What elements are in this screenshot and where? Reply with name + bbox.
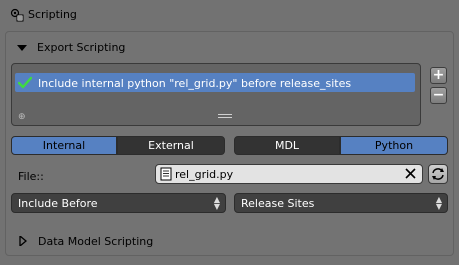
resize-grip-icon[interactable] [218,114,232,120]
list-expand-icon[interactable]: ⊕ [18,112,26,122]
minus-icon: − [432,87,445,103]
updown-arrows-icon: ▲ ▼ [435,195,442,211]
tab-mdl[interactable]: MDL [234,136,340,155]
include-target-dropdown[interactable]: Release Sites ▲ ▼ [234,193,448,213]
scripting-icon [10,8,24,22]
list-item-label: Include internal python "rel_grid.py" be… [38,77,352,90]
text-file-icon [160,167,172,181]
add-button[interactable]: + [430,67,447,84]
triangle-right-icon[interactable] [19,236,27,246]
scripting-header: Scripting [0,0,459,30]
reload-icon [432,168,444,180]
reload-button[interactable] [428,164,448,184]
include-where-dropdown[interactable]: Include Before ▲ ▼ [11,193,226,213]
tab-python[interactable]: Python [340,136,448,155]
data-model-scripting-title[interactable]: Data Model Scripting [38,235,153,248]
include-where-value: Include Before [18,197,98,210]
plus-icon: + [432,67,445,83]
file-label: File:: [18,170,44,183]
checkmark-icon[interactable] [18,76,32,90]
tab-external[interactable]: External [117,136,225,155]
close-icon[interactable] [405,168,416,179]
tab-internal[interactable]: Internal [11,136,117,155]
file-value: rel_grid.py [175,168,234,181]
include-target-value: Release Sites [241,197,315,210]
triangle-down-icon[interactable] [17,43,27,53]
export-scripting-title[interactable]: Export Scripting [37,41,125,54]
remove-button[interactable]: − [430,87,447,104]
header-title: Scripting [28,8,77,21]
updown-arrows-icon: ▲ ▼ [213,195,220,211]
